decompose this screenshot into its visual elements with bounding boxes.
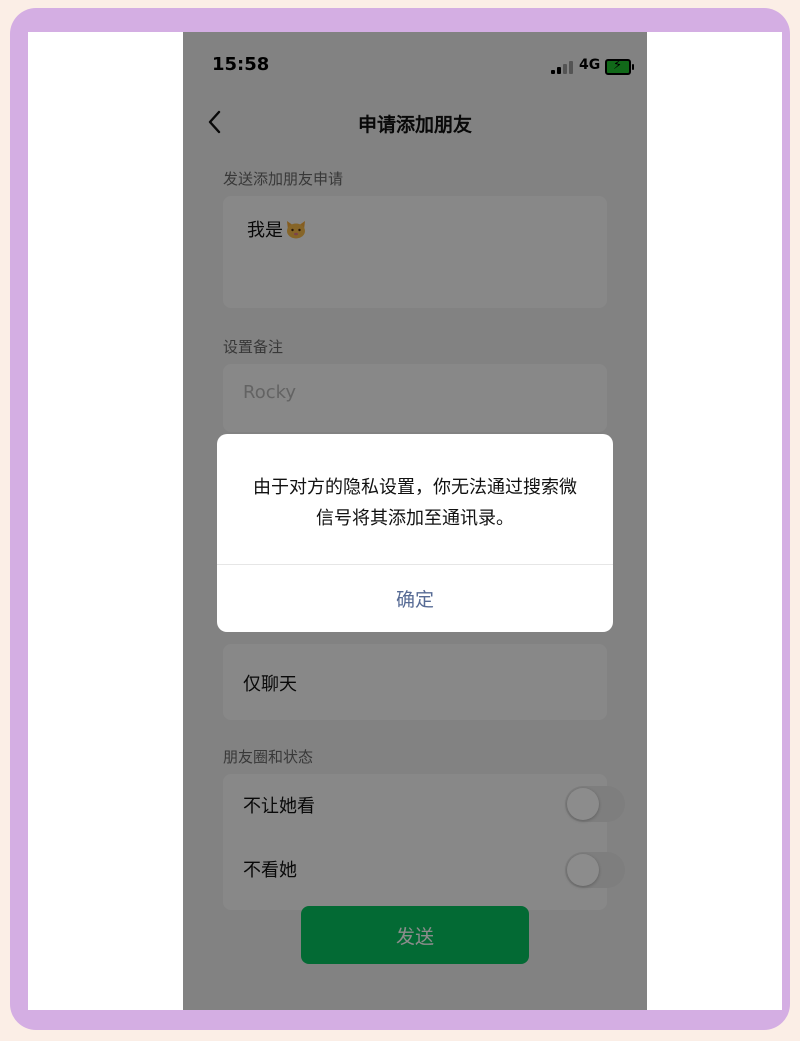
dialog-message: 由于对方的隐私设置，你无法通过搜索微信号将其添加至通讯录。 <box>253 477 577 529</box>
privacy-alert-dialog: 由于对方的隐私设置，你无法通过搜索微信号将其添加至通讯录。 确定 <box>217 434 613 632</box>
confirm-button[interactable]: 确定 <box>217 565 613 632</box>
frame-inner: 15:58 4G ⚡ 申请添加朋友 发送添加朋友申请 我是 设置备注 Rocky… <box>28 32 782 1010</box>
decorative-frame: 15:58 4G ⚡ 申请添加朋友 发送添加朋友申请 我是 设置备注 Rocky… <box>10 8 790 1030</box>
phone-screen: 15:58 4G ⚡ 申请添加朋友 发送添加朋友申请 我是 设置备注 Rocky… <box>183 32 647 1010</box>
